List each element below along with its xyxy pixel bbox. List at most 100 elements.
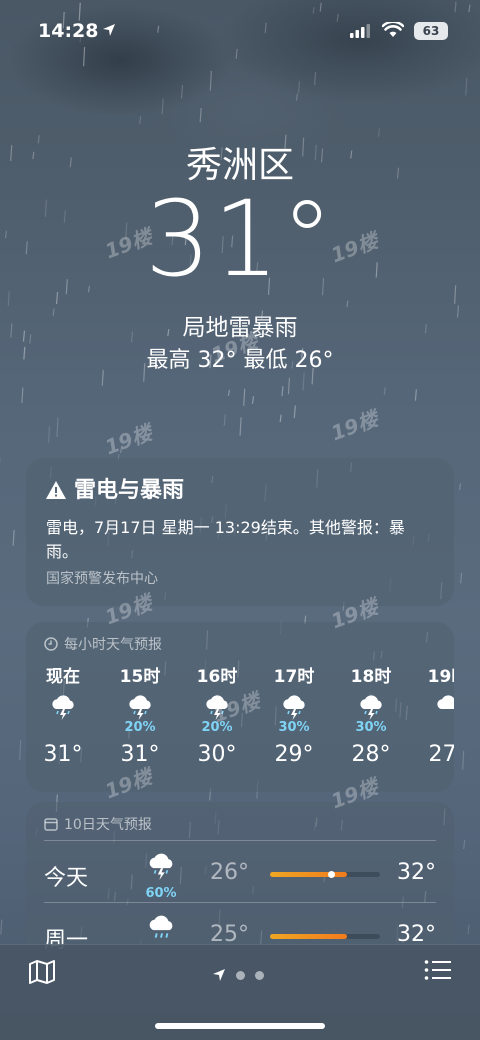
thunderstorm-icon <box>28 692 98 720</box>
rain-streak <box>253 396 254 404</box>
rain-streak <box>244 389 245 406</box>
alert-title-row: 雷电与暴雨 <box>46 472 184 504</box>
thunderstorm-icon <box>259 692 329 720</box>
list-icon[interactable] <box>424 959 452 981</box>
rain-streak <box>240 417 241 435</box>
calendar-icon <box>44 817 58 831</box>
watermark-logo: 19楼 <box>100 417 155 461</box>
alert-title: 雷电与暴雨 <box>74 478 184 503</box>
hour-temperature: 31° <box>28 742 98 767</box>
rain-icon <box>136 912 186 948</box>
rain-streak <box>288 378 289 395</box>
hourly-item: 19时 27° <box>413 662 454 767</box>
hour-label: 15时 <box>105 662 175 686</box>
hour-label: 17时 <box>259 662 329 686</box>
rain-streak <box>315 72 316 85</box>
rain-streak <box>296 93 297 100</box>
clock-icon <box>44 637 58 651</box>
current-temperature: 31° <box>0 178 480 300</box>
location-arrow-icon <box>102 23 116 37</box>
precipitation-chance: 30% <box>336 720 406 736</box>
temperature-range-fill <box>270 872 347 877</box>
daily-row[interactable]: 今天 60% 26° 32° <box>26 844 454 904</box>
battery-indicator: 63 <box>414 22 448 40</box>
hourly-forecast-title: 每小时天气预报 <box>64 637 162 653</box>
row-divider <box>44 840 436 841</box>
severe-weather-alert-card[interactable]: 雷电与暴雨 雷电，7月17日 星期一 13:29结束。其他警报：暴雨。 国家预警… <box>26 458 454 606</box>
page-indicator[interactable] <box>212 967 264 986</box>
rain-streak <box>463 751 464 770</box>
rain-streak <box>200 108 201 122</box>
alert-source: 国家预警发布中心 <box>46 568 158 588</box>
watermark-logo: 19楼 <box>326 403 381 447</box>
map-icon[interactable] <box>28 959 56 985</box>
hour-label: 19时 <box>413 662 454 686</box>
hourly-item: 17时 30% 29° <box>259 662 329 767</box>
hourly-item: 18时 30% 28° <box>336 662 406 767</box>
cloud-icon <box>413 692 454 720</box>
rain-streak <box>466 78 467 96</box>
rain-streak <box>140 116 141 124</box>
page-dot <box>236 971 245 980</box>
rain-streak <box>464 840 465 849</box>
rain-streak <box>468 925 469 935</box>
hourly-item: 现在 31° <box>28 662 98 767</box>
hour-label: 16时 <box>182 662 252 686</box>
temperature-range-bar <box>270 872 380 877</box>
hourly-item: 15时20%31° <box>105 662 175 767</box>
hour-label: 现在 <box>28 662 98 686</box>
home-indicator[interactable] <box>155 1023 325 1029</box>
status-bar: 14:28 63 <box>0 0 480 60</box>
rain-streak <box>282 386 283 396</box>
low-temperature: 26° <box>210 860 249 885</box>
rain-streak <box>49 426 50 443</box>
rain-streak <box>299 81 300 93</box>
rain-streak <box>461 573 462 584</box>
rain-streak <box>224 414 225 425</box>
thunderstorm-icon <box>105 692 175 720</box>
precipitation-chance: 20% <box>105 720 175 736</box>
rain-streak <box>22 388 23 404</box>
rain-streak <box>1 920 2 935</box>
rain-streak <box>347 301 348 307</box>
wifi-icon <box>382 22 404 38</box>
rain-streak <box>415 389 416 400</box>
alert-description: 雷电，7月17日 星期一 13:29结束。其他警报：暴雨。 <box>46 516 416 564</box>
page-dot <box>255 971 264 980</box>
daily-forecast-title: 10日天气预报 <box>64 817 152 833</box>
rain-streak <box>280 415 281 422</box>
precipitation-chance <box>28 720 98 736</box>
rain-streak <box>384 387 385 394</box>
cellular-signal-icon <box>350 24 370 38</box>
rain-streak <box>303 373 304 391</box>
precipitation-chance <box>413 720 454 736</box>
daily-forecast-header: 10日天气预报 <box>44 814 152 834</box>
thunderstorm-icon: 60% <box>136 850 186 901</box>
rain-streak <box>210 71 211 91</box>
rain-streak <box>460 484 461 490</box>
warning-icon <box>46 481 66 499</box>
rain-streak <box>294 406 295 418</box>
rain-streak <box>20 740 21 760</box>
hour-temperature: 28° <box>336 742 406 767</box>
precipitation-chance: 30% <box>259 720 329 736</box>
rain-streak <box>162 98 163 114</box>
thunderstorm-icon <box>336 692 406 720</box>
rain-streak <box>13 530 14 546</box>
precipitation-chance: 60% <box>136 886 186 901</box>
rain-streak <box>181 85 182 98</box>
high-temperature: 32° <box>397 860 436 885</box>
status-time: 14:28 <box>38 20 98 42</box>
rain-streak <box>228 390 229 396</box>
current-temperature-dot <box>328 871 335 878</box>
hour-temperature: 29° <box>259 742 329 767</box>
hour-temperature: 27° <box>413 742 454 767</box>
hourly-forecast-header: 每小时天气预报 <box>44 634 162 654</box>
hour-temperature: 30° <box>182 742 252 767</box>
day-name: 今天 <box>44 860 88 892</box>
row-divider <box>44 902 436 903</box>
rain-streak <box>57 418 58 437</box>
bottom-toolbar <box>0 944 480 1040</box>
hour-label: 18时 <box>336 662 406 686</box>
current-location-icon <box>212 968 226 982</box>
